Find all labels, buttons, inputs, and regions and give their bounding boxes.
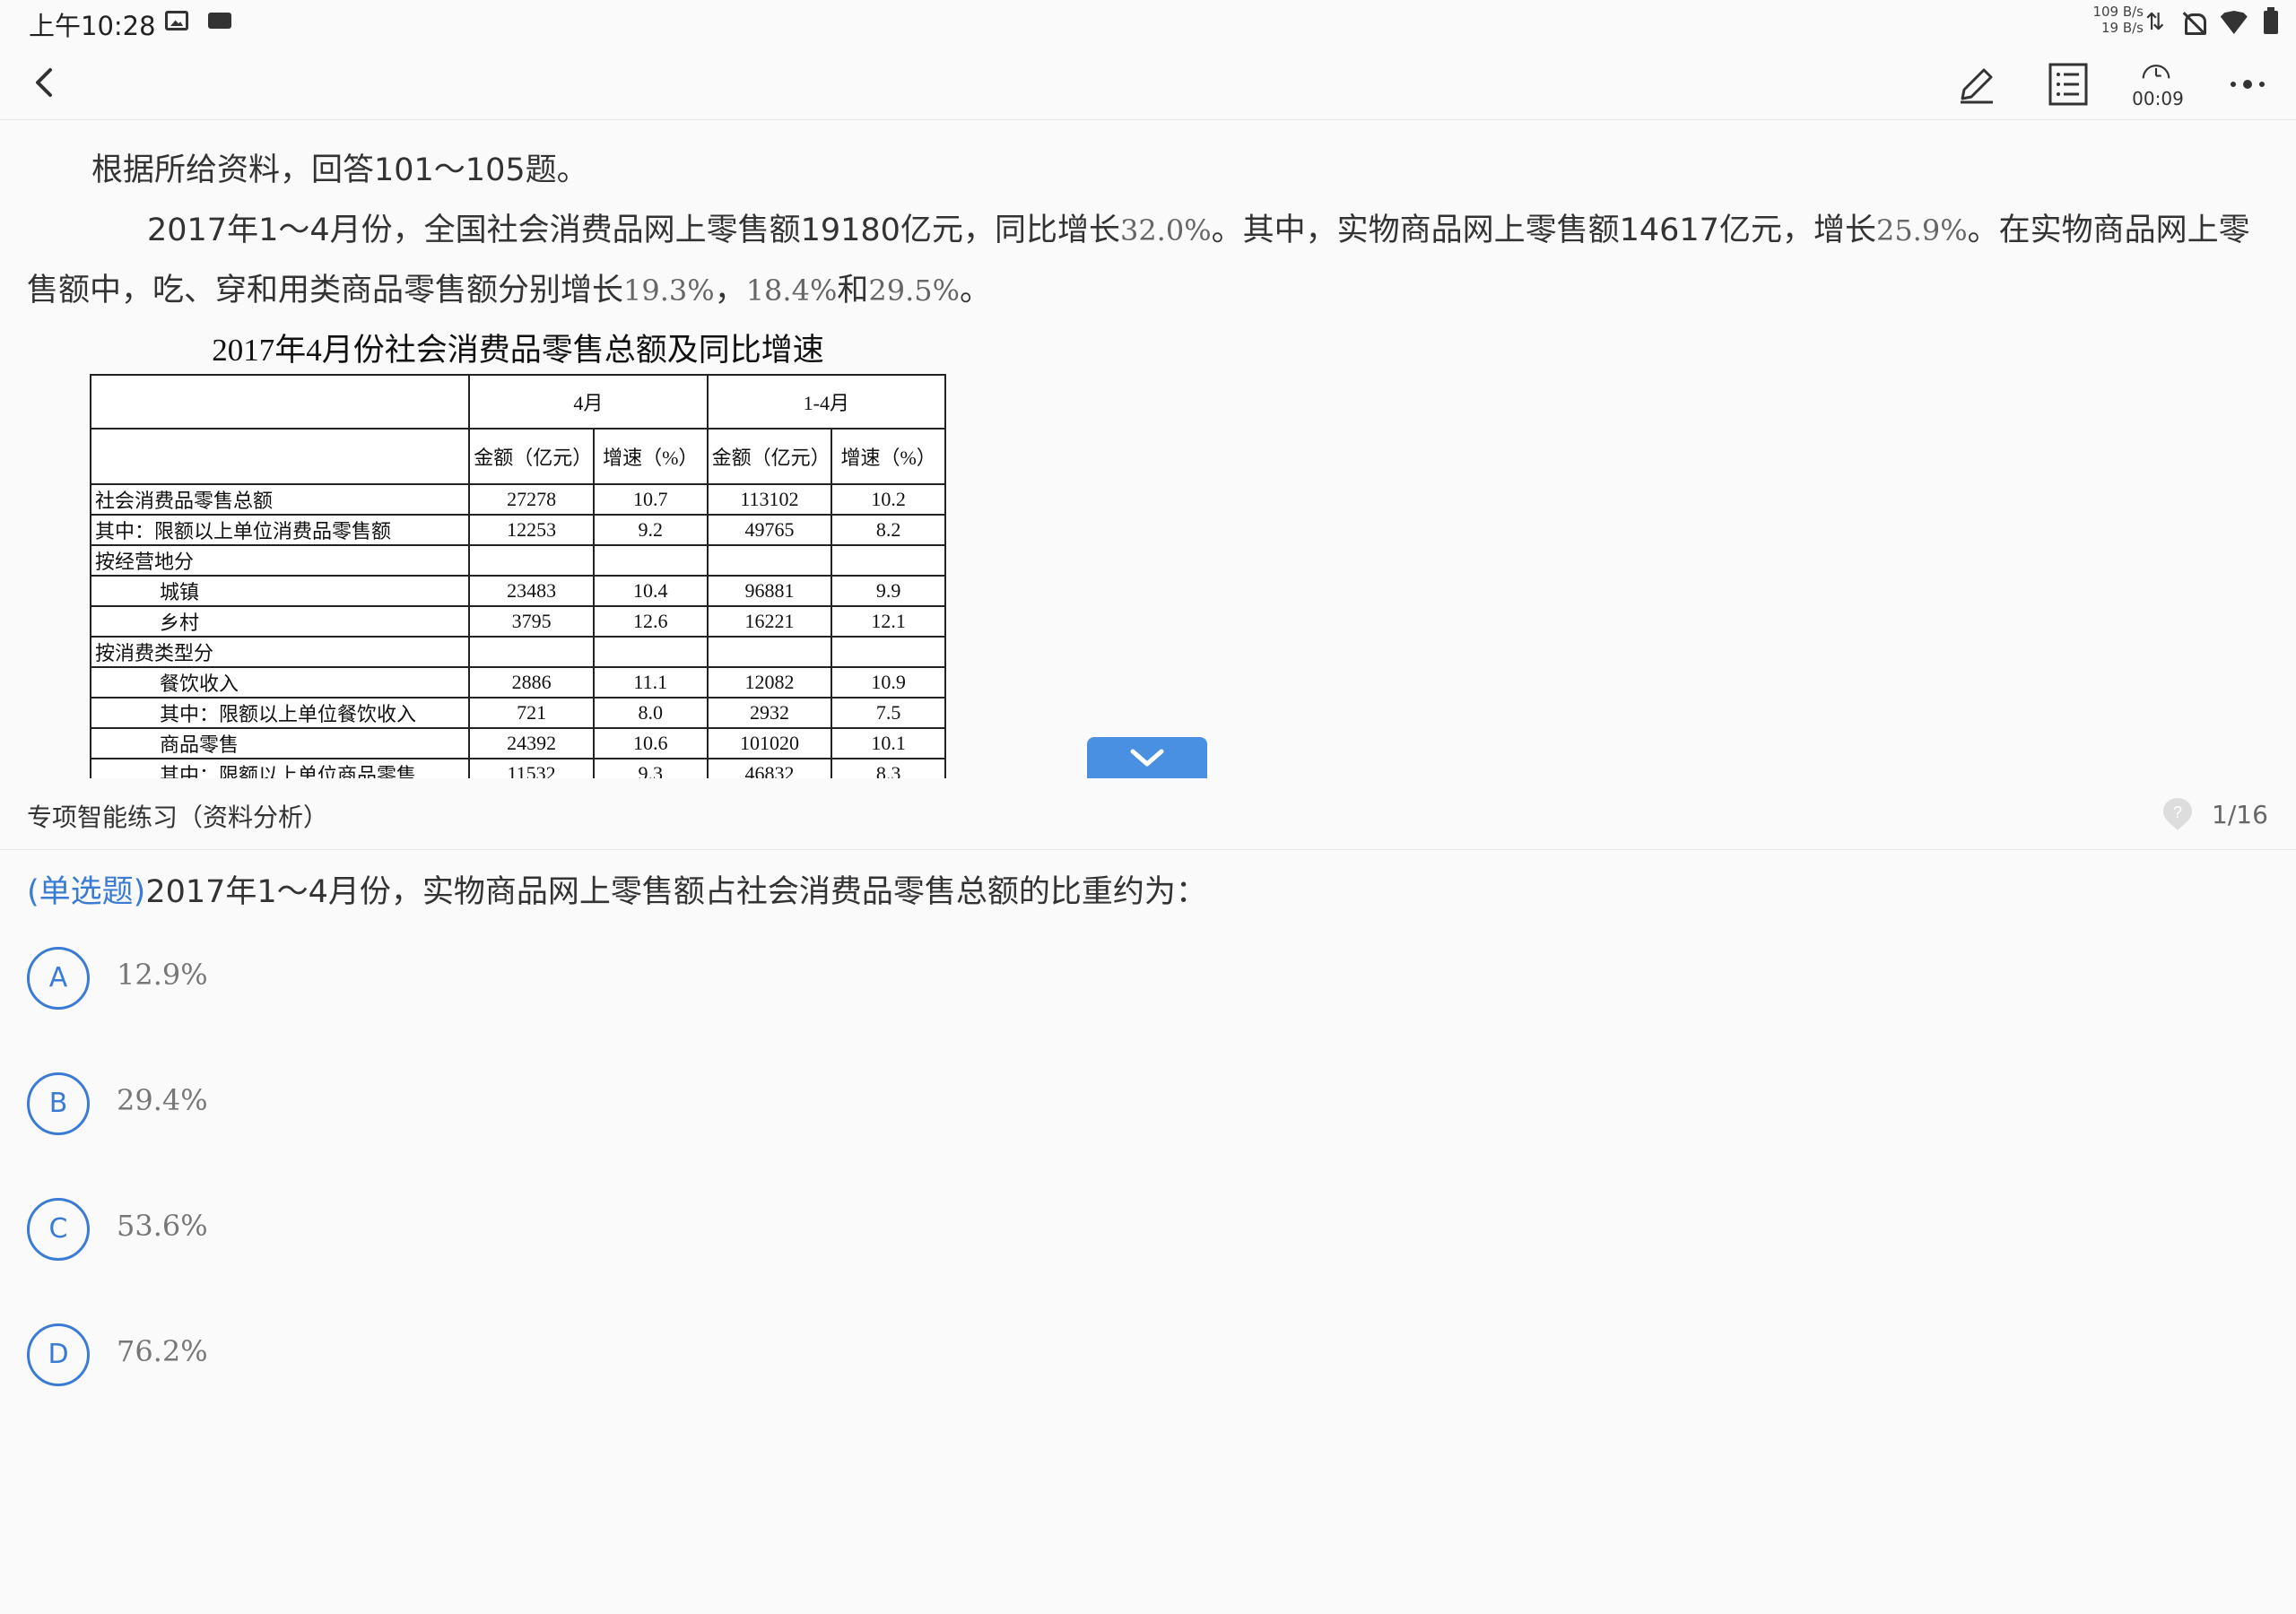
question-stem: 2017年1～4月份，实物商品网上零售额占社会消费品零售总额的比重约为： xyxy=(145,874,1207,910)
practice-title: 专项智能练习（资料分析） xyxy=(27,803,329,832)
table-corner-2 xyxy=(89,428,471,485)
top-toolbar: 00:09 xyxy=(0,45,2296,120)
material-passage: 根据所给资料，回答101～105题。 2017年1～4月份，全国社会消费品网上零… xyxy=(0,121,2296,778)
table-row: 其中：限额以上单位餐饮收入 721 8.0 2932 7.5 xyxy=(89,697,946,729)
net-up-speed: 109 B/s xyxy=(2092,4,2144,20)
sub-header: 增速（%） xyxy=(592,428,709,485)
hint-icon[interactable]: ? xyxy=(2161,796,2194,832)
option-text[interactable]: 76.2% xyxy=(117,1334,208,1368)
table-row: 乡村 3795 12.6 16221 12.1 xyxy=(89,605,946,638)
table-row: 城镇 23483 10.4 96881 9.9 xyxy=(89,575,946,607)
question-counter: 1/16 xyxy=(2212,800,2268,829)
passage-intro: 根据所给资料，回答101～105题。 xyxy=(91,152,588,188)
question-text: (单选题)2017年1～4月份，实物商品网上零售额占社会消费品零售总额的比重约为… xyxy=(27,866,1207,912)
option-a[interactable]: A 12.9% xyxy=(27,947,744,1010)
sub-header: 增速（%） xyxy=(831,428,946,485)
option-text[interactable]: 12.9% xyxy=(117,958,208,992)
option-text[interactable]: 29.4% xyxy=(117,1083,208,1117)
status-icons: ⇅ xyxy=(2145,7,2278,38)
option-letter[interactable]: A xyxy=(27,947,90,1010)
option-d[interactable]: D 76.2% xyxy=(27,1323,744,1386)
option-letter[interactable]: D xyxy=(27,1323,90,1386)
table-row: 商品零售 24392 10.6 101020 10.1 xyxy=(89,727,946,759)
table-row: 按经营地分 xyxy=(89,544,946,577)
pen-icon[interactable] xyxy=(1952,59,2002,109)
option-b[interactable]: B 29.4% xyxy=(27,1072,744,1135)
status-time: 上午10:28 xyxy=(29,11,156,41)
option-letter[interactable]: B xyxy=(27,1072,90,1135)
timer-text: 00:09 xyxy=(2132,88,2184,109)
sub-header: 金额（亿元） xyxy=(706,428,833,485)
status-bar: 上午10:28 109 B/s 19 B/s ⇅ xyxy=(0,0,2296,45)
question-header: 专项智能练习（资料分析） ? 1/16 xyxy=(0,778,2296,850)
mute-bell-icon xyxy=(2181,11,2206,35)
sub-header: 金额（亿元） xyxy=(468,428,595,485)
battery-icon xyxy=(2263,7,2278,34)
retail-sales-table: 4月 1-4月 金额（亿元） 增速（%） 金额（亿元） 增速（%） 社会消费品零… xyxy=(89,374,947,778)
gallery-icon xyxy=(165,11,188,30)
net-down-speed: 19 B/s xyxy=(2100,20,2144,36)
chevron-down-icon xyxy=(1130,749,1164,767)
table-corner xyxy=(89,374,471,430)
data-table-figure: 2017年4月份社会消费品零售总额及同比增速 4月 1-4月 金额（亿元） 增速… xyxy=(89,329,947,778)
table-row: 其中：限额以上单位消费品零售额 12253 9.2 49765 8.2 xyxy=(89,514,946,546)
table-row: 其中：限额以上单位商品零售 11532 9.3 46832 8.3 xyxy=(89,758,946,778)
option-text[interactable]: 53.6% xyxy=(117,1209,208,1243)
expand-passage-button[interactable] xyxy=(1087,737,1207,778)
table-title: 2017年4月份社会消费品零售总额及同比增速 xyxy=(212,333,824,368)
group-header-jan-apr: 1-4月 xyxy=(706,374,947,430)
table-row: 社会消费品零售总额 27278 10.7 113102 10.2 xyxy=(89,483,946,516)
question-type-label: (单选题) xyxy=(27,874,146,910)
network-speed: 109 B/s 19 B/s xyxy=(2079,4,2144,36)
wifi-icon xyxy=(2220,11,2248,34)
svg-text:?: ? xyxy=(2173,803,2182,821)
data-transfer-icon: ⇅ xyxy=(2145,9,2165,36)
back-arrow-icon[interactable] xyxy=(27,65,63,100)
more-icon[interactable] xyxy=(2222,59,2273,109)
passage-body: 2017年1～4月份，全国社会消费品网上零售额19180亿元，同比增长32.0%… xyxy=(27,213,2250,308)
message-icon xyxy=(208,13,231,29)
option-c[interactable]: C 53.6% xyxy=(27,1198,744,1261)
answer-sheet-icon[interactable] xyxy=(2043,59,2093,109)
table-row: 按消费类型分 xyxy=(89,636,946,668)
table-row: 餐饮收入 2886 11.1 12082 10.9 xyxy=(89,666,946,699)
option-letter[interactable]: C xyxy=(27,1198,90,1261)
group-header-apr: 4月 xyxy=(468,374,709,430)
